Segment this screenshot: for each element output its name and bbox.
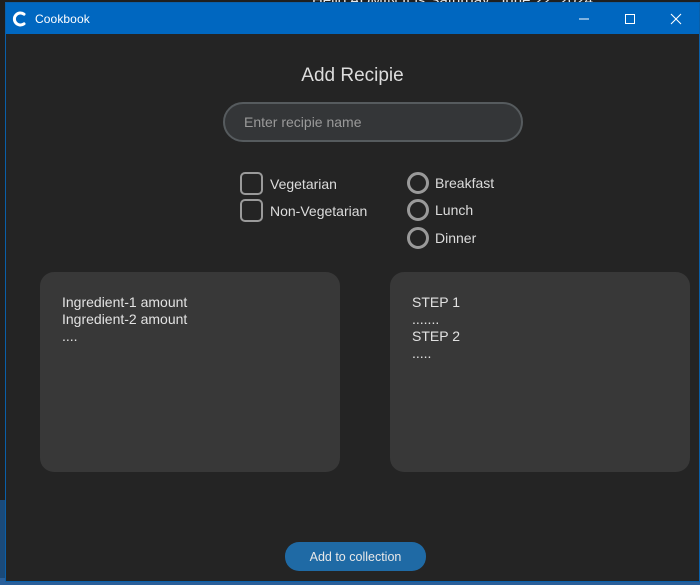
lunch-label: Lunch <box>435 202 474 218</box>
checkbox-box[interactable] <box>240 199 263 222</box>
ingredients-line: Ingredient-1 amount <box>62 294 188 310</box>
steps-line: STEP 2 <box>412 328 460 344</box>
breakfast-label: Breakfast <box>435 175 495 191</box>
ingredients-textbox[interactable]: Ingredient-1 amount Ingredient-2 amount … <box>40 272 340 472</box>
maximize-button[interactable] <box>607 3 653 34</box>
app-icon <box>12 11 26 27</box>
steps-textbox[interactable]: STEP 1 ....... STEP 2 ..... <box>390 272 690 472</box>
non-vegetarian-label: Non-Vegetarian <box>270 202 368 219</box>
title-bar[interactable]: Cookbook <box>6 3 699 34</box>
close-button[interactable] <box>653 3 699 34</box>
close-icon <box>670 13 682 24</box>
recipe-name-input[interactable] <box>223 102 523 142</box>
radio-circle[interactable] <box>407 199 429 221</box>
maximize-icon <box>625 13 635 24</box>
dinner-label: Dinner <box>435 230 477 246</box>
steps-line: ..... <box>412 345 432 361</box>
breakfast-radio[interactable]: Breakfast <box>407 172 494 194</box>
cookbook-window: Cookbook Add Recipie Veg <box>5 2 700 582</box>
radio-circle[interactable] <box>407 172 429 194</box>
steps-line: STEP 1 <box>412 294 460 310</box>
add-to-collection-button[interactable]: Add to collection <box>285 542 426 571</box>
minimize-icon <box>579 18 589 19</box>
lunch-radio[interactable]: Lunch <box>407 199 473 221</box>
checkbox-box[interactable] <box>240 172 263 195</box>
non-vegetarian-checkbox[interactable]: Non-Vegetarian <box>240 199 367 222</box>
vegetarian-label: Vegetarian <box>270 175 337 192</box>
ingredients-line: Ingredient-2 amount <box>62 311 188 327</box>
vegetarian-checkbox[interactable]: Vegetarian <box>240 172 337 195</box>
ingredients-line: .... <box>62 328 78 344</box>
dinner-radio[interactable]: Dinner <box>407 227 476 249</box>
page-title: Add Recipie <box>301 65 404 86</box>
steps-line: ....... <box>412 311 440 327</box>
window-controls <box>561 3 699 34</box>
radio-circle[interactable] <box>407 227 429 249</box>
minimize-button[interactable] <box>561 3 607 34</box>
window-title: Cookbook <box>35 11 90 26</box>
